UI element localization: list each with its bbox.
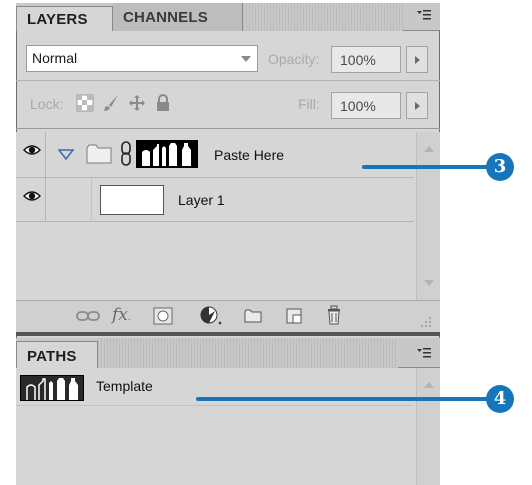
eye-icon xyxy=(23,145,41,155)
layers-tabstrip: LAYERS CHANNELS xyxy=(16,3,440,31)
path-name: Template xyxy=(96,378,153,394)
blend-mode-value: Normal xyxy=(32,50,78,66)
scroll-up-icon[interactable] xyxy=(424,382,434,388)
chain-link-icon[interactable] xyxy=(120,141,132,172)
fill-field[interactable]: 100% xyxy=(331,92,401,119)
panel-menu-icon[interactable] xyxy=(416,8,432,22)
visibility-toggle[interactable] xyxy=(16,178,46,221)
folder-icon xyxy=(86,143,112,170)
path-thumbnail xyxy=(20,375,84,401)
opacity-field[interactable]: 100% xyxy=(331,46,401,73)
tab-channels[interactable]: CHANNELS xyxy=(113,3,243,31)
link-layers-icon[interactable] xyxy=(76,308,100,329)
mask-thumbnail[interactable] xyxy=(136,140,198,168)
fill-stepper[interactable] xyxy=(406,92,428,119)
trash-icon[interactable] xyxy=(326,305,342,330)
new-group-icon[interactable] xyxy=(244,309,262,328)
lock-move-icon[interactable] xyxy=(128,94,146,112)
adjustment-layer-icon[interactable] xyxy=(200,306,224,331)
tab-paths[interactable]: PATHS xyxy=(16,341,98,368)
paths-scrollbar[interactable] xyxy=(416,368,440,485)
layers-footer: fx. xyxy=(16,300,440,332)
layers-scrollbar[interactable] xyxy=(416,132,440,300)
layers-list: Paste Here Layer 1 xyxy=(16,132,440,300)
eye-icon xyxy=(23,191,41,201)
fx-icon[interactable]: fx. xyxy=(112,305,131,325)
layer-name: Paste Here xyxy=(214,147,285,163)
tabstrip-grip xyxy=(243,3,403,31)
new-layer-icon[interactable] xyxy=(286,308,302,329)
panel-divider xyxy=(16,332,440,336)
indent-spacer xyxy=(46,178,92,222)
lock-brush-icon[interactable] xyxy=(102,94,120,112)
layer-mask-icon[interactable] xyxy=(153,307,173,330)
callout-line xyxy=(362,165,492,169)
lock-all-icon[interactable] xyxy=(154,94,172,112)
separator xyxy=(16,80,440,81)
callout-badge: 3 xyxy=(486,153,514,181)
scroll-down-icon[interactable] xyxy=(424,280,434,286)
panel-menu-icon[interactable] xyxy=(416,346,432,360)
tabstrip-grip xyxy=(98,338,398,368)
fill-label: Fill: xyxy=(298,96,320,112)
layer-row-layer-1[interactable]: Layer 1 xyxy=(16,178,414,222)
callout-line xyxy=(196,397,492,401)
lock-label: Lock: xyxy=(30,96,64,112)
lock-transparent-icon[interactable] xyxy=(76,94,94,112)
tab-layers[interactable]: LAYERS xyxy=(16,6,113,31)
opacity-stepper[interactable] xyxy=(406,46,428,73)
expand-triangle-icon[interactable] xyxy=(57,148,75,166)
opacity-label: Opacity: xyxy=(268,51,320,67)
callout-badge: 4 xyxy=(486,385,514,413)
resize-grip-icon[interactable] xyxy=(420,315,432,333)
scroll-up-icon[interactable] xyxy=(424,146,434,152)
chevron-down-icon xyxy=(241,56,251,62)
blend-mode-select[interactable]: Normal xyxy=(26,45,258,72)
separator xyxy=(16,128,440,129)
layer-name: Layer 1 xyxy=(178,192,225,208)
paths-tabstrip: PATHS xyxy=(16,338,440,368)
visibility-toggle[interactable] xyxy=(16,132,46,177)
layer-row-paste-here[interactable]: Paste Here xyxy=(16,132,414,178)
paths-list: Template xyxy=(16,368,440,485)
layer-thumbnail[interactable] xyxy=(100,185,164,215)
